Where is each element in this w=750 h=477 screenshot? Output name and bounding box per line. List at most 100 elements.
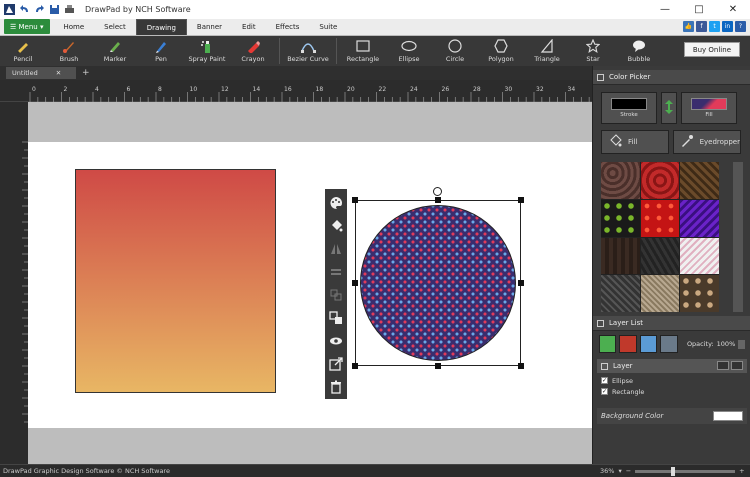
zoom-slider-knob[interactable] [671, 466, 676, 476]
tab-edit[interactable]: Edit [232, 19, 266, 35]
pattern-swatch[interactable] [640, 275, 680, 312]
tool-bubble[interactable]: Bubble [616, 36, 662, 66]
move-layer-icon[interactable] [639, 335, 658, 353]
pattern-swatch[interactable] [680, 237, 719, 275]
tab-banner[interactable]: Banner [187, 19, 232, 35]
layer-item[interactable]: ✓ Ellipse [593, 375, 750, 386]
resize-handle[interactable] [352, 197, 358, 203]
tool-polygon[interactable]: Polygon [478, 36, 524, 66]
zoom-out-icon[interactable]: − [626, 467, 631, 475]
linkedin-icon[interactable]: in [722, 21, 733, 32]
facebook-icon[interactable]: f [696, 21, 707, 32]
layer-list-header[interactable]: Layer List [593, 316, 750, 331]
zoom-dropdown-icon[interactable]: ▾ [618, 467, 621, 475]
tab-home[interactable]: Home [54, 19, 95, 35]
minimize-button[interactable]: — [648, 0, 682, 19]
redo-icon[interactable] [34, 4, 45, 15]
resize-handle[interactable] [518, 363, 524, 369]
tab-suite[interactable]: Suite [309, 19, 347, 35]
pattern-swatch[interactable] [640, 237, 680, 275]
buy-online-button[interactable]: Buy Online [683, 42, 740, 57]
print-icon[interactable] [64, 4, 75, 15]
tab-select[interactable]: Select [94, 19, 136, 35]
zoom-in-icon[interactable]: + [739, 467, 744, 475]
layer-checkbox[interactable]: ✓ [601, 377, 608, 384]
tool-ellipse[interactable]: Ellipse [386, 36, 432, 66]
document-tab[interactable]: Untitled ✕ [6, 67, 76, 79]
background-color-swatch[interactable] [713, 411, 743, 421]
pattern-swatch[interactable] [680, 162, 719, 199]
export-icon[interactable] [328, 356, 344, 372]
add-layer-icon[interactable] [599, 335, 617, 353]
pattern-swatch[interactable] [601, 275, 640, 312]
rotate-handle-icon[interactable] [433, 187, 442, 196]
thumbs-up-icon[interactable]: 👍 [683, 21, 694, 32]
tool-triangle[interactable]: Triangle [524, 36, 570, 66]
tool-pencil[interactable]: Pencil [0, 36, 46, 66]
eyedropper-button[interactable]: Eyedropper [672, 130, 741, 154]
zoom-slider[interactable] [635, 466, 736, 476]
layer-checkbox[interactable]: ✓ [601, 388, 608, 395]
fill-bucket-icon[interactable] [328, 218, 344, 234]
palette-icon[interactable] [328, 195, 344, 211]
collapse-box-icon[interactable] [597, 73, 604, 81]
resize-handle[interactable] [518, 197, 524, 203]
group-icon[interactable] [328, 287, 344, 303]
pattern-swatch[interactable] [601, 162, 640, 199]
rectangle-shape[interactable] [75, 169, 276, 393]
layer-visibility-icon[interactable] [717, 361, 729, 370]
help-icon[interactable]: ? [735, 21, 746, 32]
trash-icon[interactable] [328, 379, 344, 395]
save-icon[interactable] [49, 4, 60, 15]
opacity-spin-icon[interactable] [738, 339, 746, 349]
tool-bezier-curve[interactable]: Bezier Curve [283, 36, 333, 66]
resize-handle[interactable] [435, 363, 441, 369]
tool-crayon[interactable]: Crayon [230, 36, 276, 66]
close-button[interactable]: ✕ [716, 0, 750, 19]
tool-brush[interactable]: Brush [46, 36, 92, 66]
arrange-icon[interactable] [328, 310, 344, 326]
resize-handle[interactable] [435, 197, 441, 203]
pattern-swatch[interactable] [601, 237, 640, 275]
fill-color-button[interactable]: Fill [681, 92, 737, 124]
tool-circle[interactable]: Circle [432, 36, 478, 66]
tab-drawing[interactable]: Drawing [135, 19, 187, 35]
collapse-box-icon[interactable] [601, 362, 608, 370]
flip-icon[interactable] [328, 241, 344, 257]
pattern-swatch[interactable] [640, 199, 680, 237]
color-picker-header[interactable]: Color Picker [593, 70, 750, 85]
tool-marker[interactable]: Marker [92, 36, 138, 66]
opacity-value[interactable]: 100% [717, 340, 736, 348]
pattern-scrollbar[interactable] [733, 162, 743, 312]
undo-icon[interactable] [19, 4, 30, 15]
tool-spray-paint[interactable]: Spray Paint [184, 36, 230, 66]
pattern-swatch[interactable] [680, 199, 719, 237]
swap-colors-button[interactable] [661, 92, 677, 124]
pattern-swatch[interactable] [601, 199, 640, 237]
menu-button[interactable]: ☰ Menu ▾ [4, 19, 50, 34]
collapse-box-icon[interactable] [597, 319, 604, 327]
stroke-color-button[interactable]: Stroke [601, 92, 657, 124]
maximize-button[interactable]: □ [682, 0, 716, 19]
new-tab-icon[interactable]: + [82, 68, 90, 78]
pattern-swatch[interactable] [640, 162, 680, 199]
resize-handle[interactable] [352, 280, 358, 286]
fill-button[interactable]: Fill [601, 130, 669, 154]
layer-item[interactable]: ✓ Rectangle [593, 386, 750, 397]
layer-lock-icon[interactable] [731, 361, 743, 370]
layer-group[interactable]: Layer [597, 359, 747, 373]
tool-star[interactable]: Star [570, 36, 616, 66]
pattern-swatch[interactable] [680, 275, 719, 312]
tab-effects[interactable]: Effects [266, 19, 310, 35]
resize-handle[interactable] [352, 363, 358, 369]
background-color-row[interactable]: Background Color [597, 408, 747, 424]
tool-rectangle[interactable]: Rectangle [340, 36, 386, 66]
delete-layer-icon[interactable] [619, 335, 637, 353]
tool-pen[interactable]: Pen [138, 36, 184, 66]
eye-icon[interactable] [328, 333, 344, 349]
close-tab-icon[interactable]: ✕ [56, 69, 61, 77]
twitter-icon[interactable]: t [709, 21, 720, 32]
layer-properties-icon[interactable] [660, 335, 678, 353]
resize-handle[interactable] [518, 280, 524, 286]
align-icon[interactable] [328, 264, 344, 280]
